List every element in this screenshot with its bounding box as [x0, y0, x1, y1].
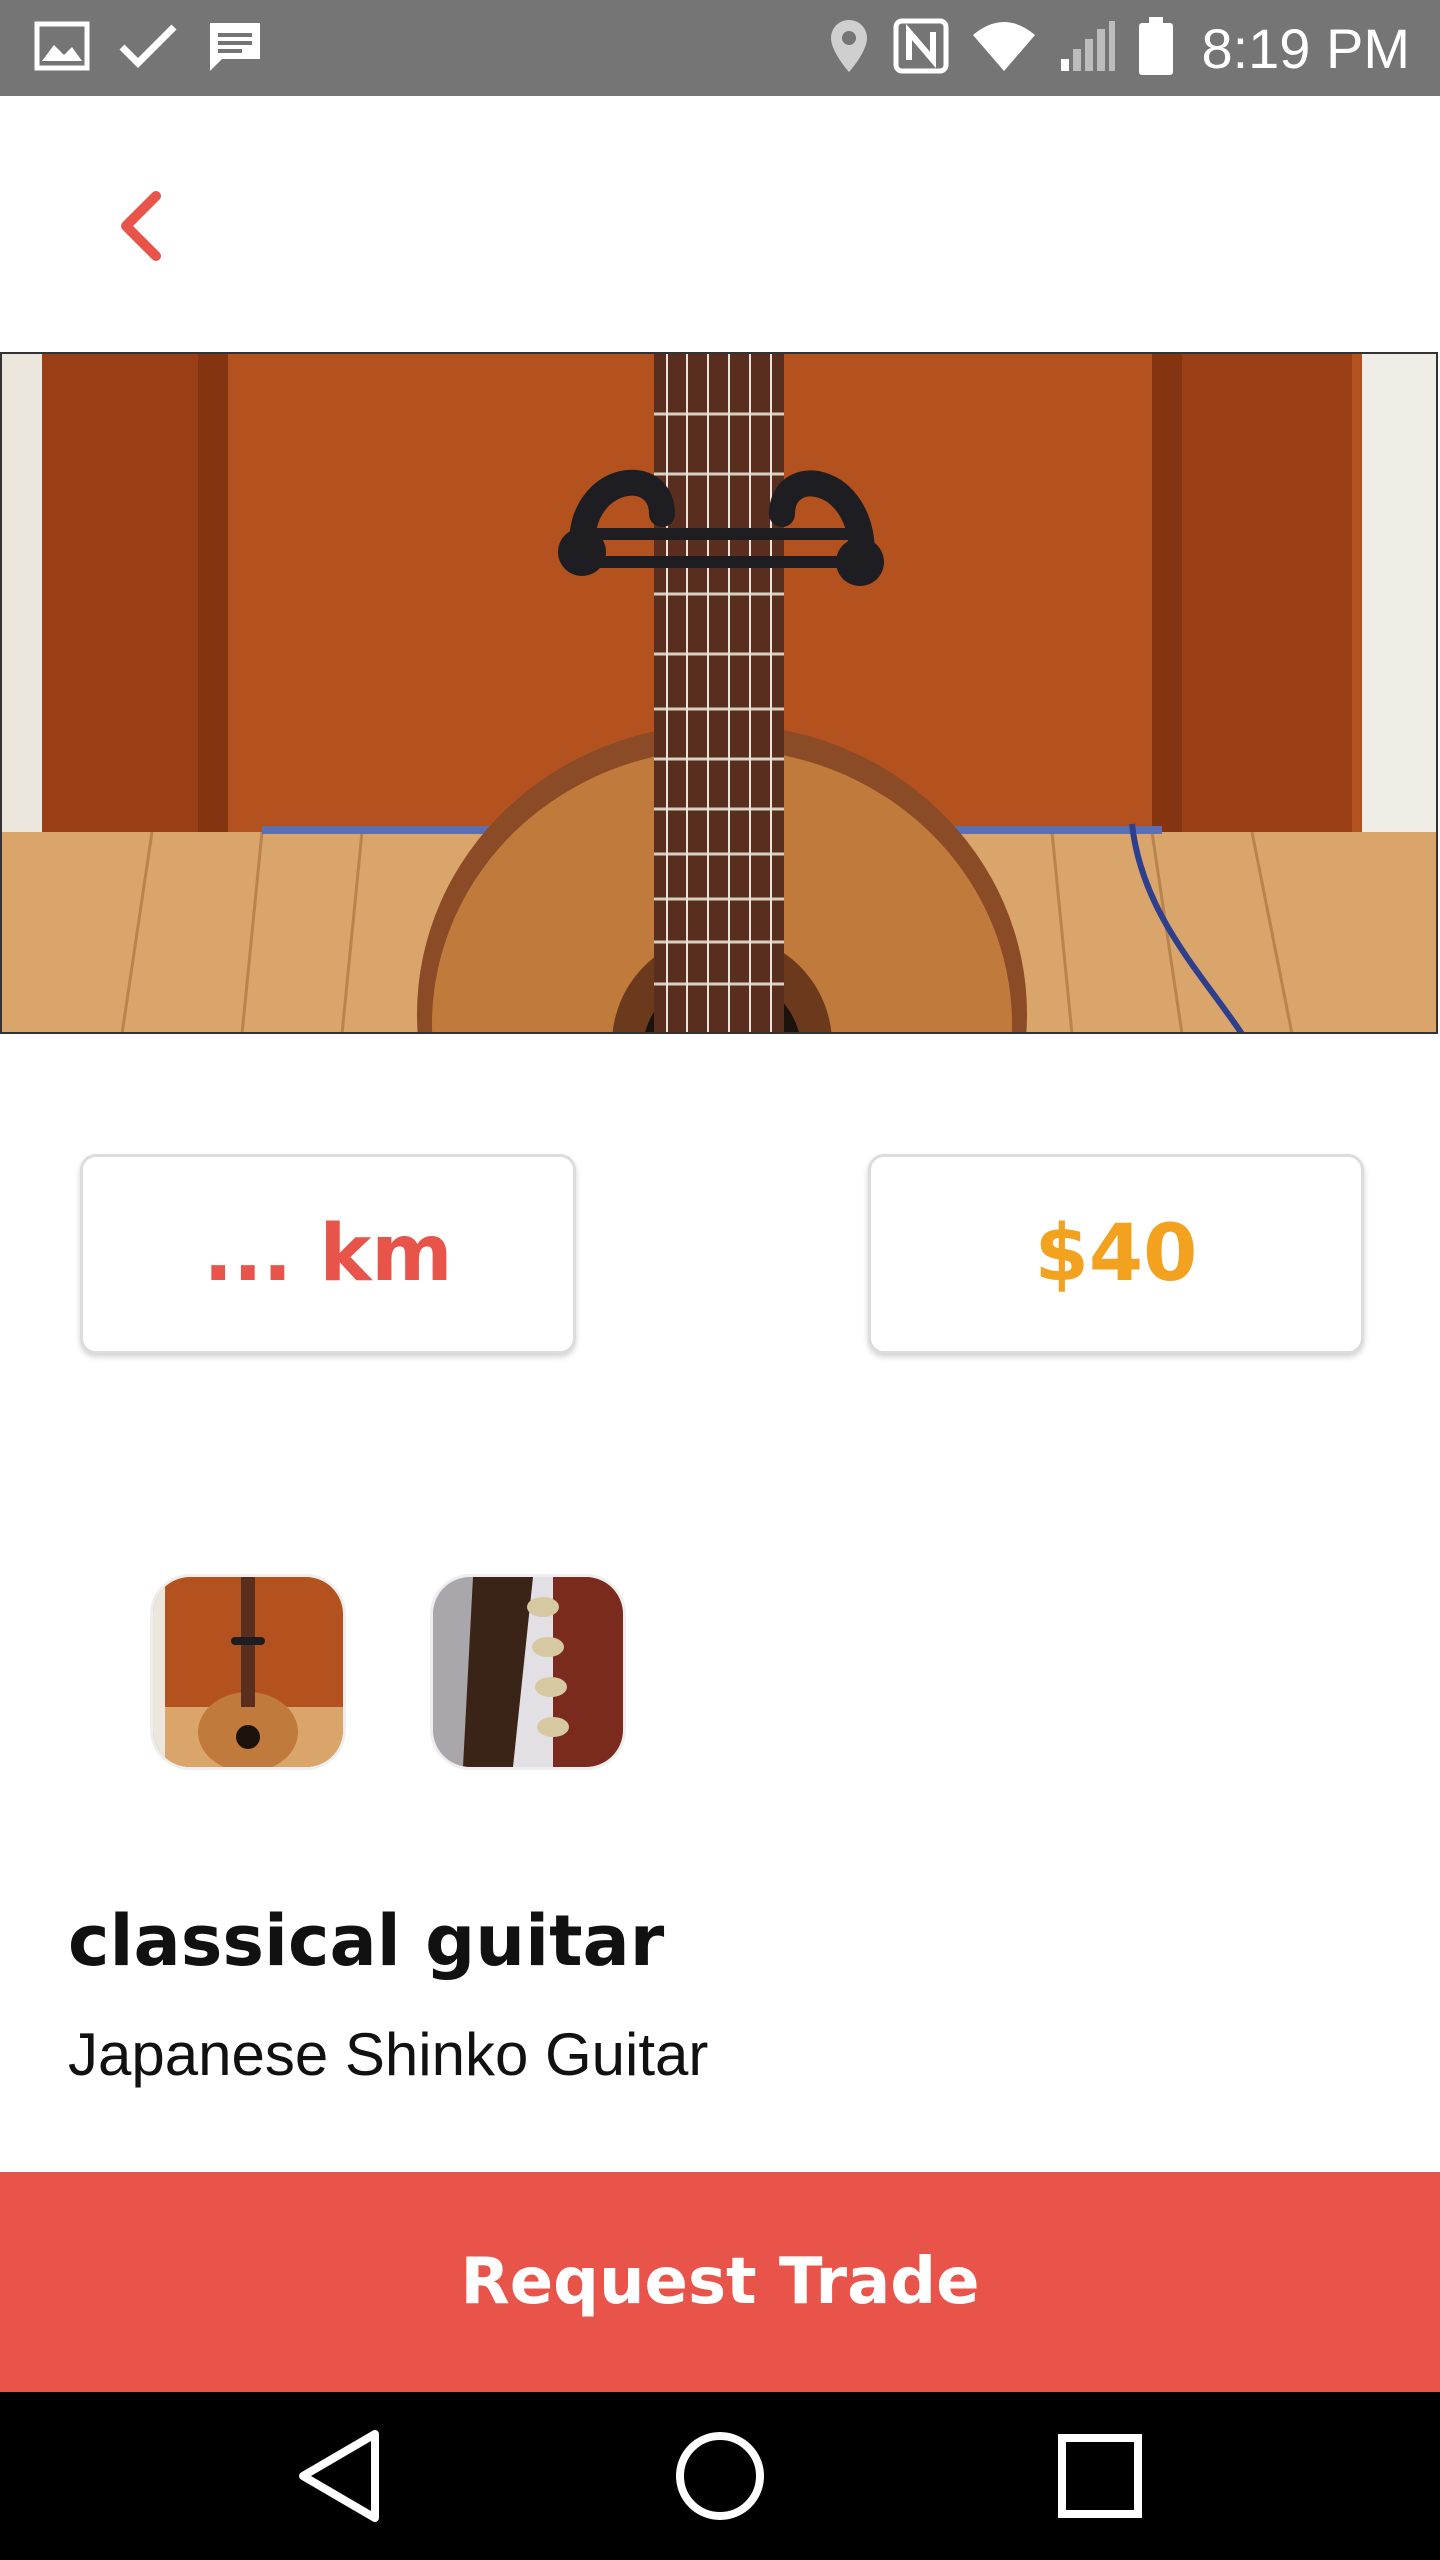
- price-badge: $40: [868, 1154, 1364, 1354]
- location-icon: [827, 18, 871, 78]
- distance-value: ... km: [203, 1209, 453, 1299]
- wifi-icon: [971, 19, 1037, 77]
- item-description: Japanese Shinko Guitar: [68, 2021, 709, 2088]
- price-value: $40: [1034, 1209, 1198, 1299]
- request-trade-button[interactable]: Request Trade: [0, 2172, 1440, 2392]
- back-nav-button[interactable]: [280, 2416, 400, 2536]
- check-icon: [118, 21, 178, 75]
- nfc-icon: [893, 18, 949, 78]
- thumbnail-guitar-headstock[interactable]: [430, 1574, 626, 1770]
- top-app-bar: [0, 96, 1440, 352]
- request-trade-label: Request Trade: [460, 2245, 980, 2319]
- distance-badge: ... km: [80, 1154, 576, 1354]
- home-nav-icon: [676, 2432, 764, 2520]
- image-icon: [34, 21, 90, 75]
- item-title: classical guitar: [68, 1900, 665, 1982]
- home-nav-button[interactable]: [660, 2416, 780, 2536]
- back-button[interactable]: [100, 176, 180, 276]
- back-nav-icon: [299, 2430, 379, 2522]
- status-time: 8:19 PM: [1201, 16, 1410, 80]
- item-photo[interactable]: [0, 352, 1438, 1034]
- recents-nav-icon: [1058, 2434, 1142, 2518]
- status-bar: 8:19 PM: [0, 0, 1440, 96]
- message-icon: [206, 19, 264, 77]
- recents-nav-button[interactable]: [1040, 2416, 1160, 2536]
- chevron-left-icon: [121, 191, 161, 261]
- thumbnail-guitar-front[interactable]: [150, 1574, 346, 1770]
- system-nav-bar: [0, 2392, 1440, 2560]
- battery-icon: [1139, 17, 1174, 79]
- signal-icon: [1059, 19, 1117, 77]
